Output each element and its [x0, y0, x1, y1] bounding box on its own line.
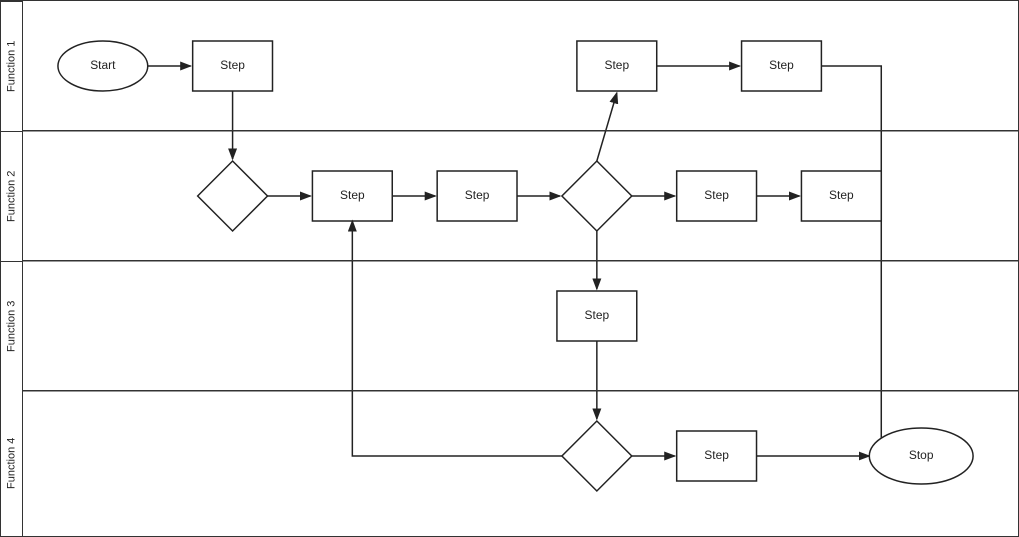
lane-3 — [23, 261, 1018, 391]
lane-4 — [23, 391, 1018, 536]
lane-labels: Function 1 Function 2 Function 3 Functio… — [1, 1, 23, 536]
diagram-container: Function 1 Function 2 Function 3 Functio… — [0, 0, 1019, 537]
lane-label-3: Function 3 — [1, 261, 22, 391]
lane-label-2: Function 2 — [1, 131, 22, 261]
lane-1 — [23, 1, 1018, 131]
lane-label-1: Function 1 — [1, 1, 22, 131]
lanes-content: Start Step Step Step — [23, 1, 1018, 536]
lane-label-4: Function 4 — [1, 391, 22, 536]
lane-2 — [23, 131, 1018, 261]
